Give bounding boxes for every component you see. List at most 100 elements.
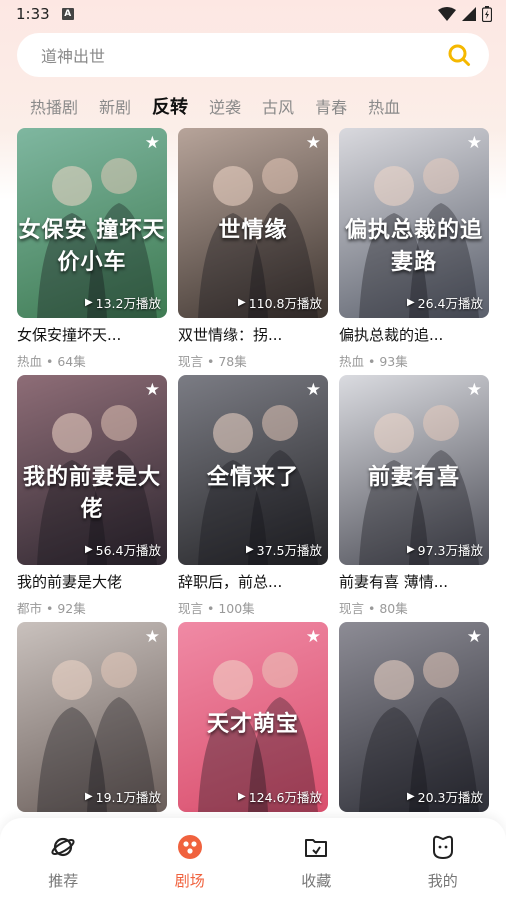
nav-label: 收藏 bbox=[301, 872, 332, 890]
drama-card[interactable]: ★ ▶ 19.1万播放 bbox=[17, 622, 167, 818]
drama-card[interactable]: 我的前妻是大佬 ★ ▶ 56.4万播放 我的前妻是大佬 都市 • 92集 bbox=[17, 375, 167, 617]
drama-title[interactable]: 辞职后，前总... bbox=[178, 571, 328, 592]
drama-meta: 现言 • 80集 bbox=[339, 601, 408, 616]
favorite-star-icon[interactable]: ★ bbox=[306, 382, 321, 399]
status-time: 1:33 bbox=[16, 5, 50, 23]
play-icon: ▶ bbox=[406, 297, 415, 308]
drama-poster[interactable]: 世情缘 ★ ▶ 110.8万播放 bbox=[178, 128, 328, 318]
tab-hot[interactable]: 热播剧 bbox=[30, 94, 78, 118]
nav-label: 推荐 bbox=[48, 872, 79, 890]
play-count-text: 20.3万播放 bbox=[417, 790, 483, 805]
planet-icon bbox=[51, 837, 75, 857]
play-icon: ▶ bbox=[238, 297, 246, 308]
tab-youth[interactable]: 青春 bbox=[315, 94, 347, 118]
play-count: ▶ 26.4万播放 bbox=[407, 293, 483, 312]
drama-meta: 热血 • 93集 bbox=[339, 354, 408, 369]
drama-title[interactable]: 双世情缘：拐... bbox=[178, 324, 328, 345]
drama-poster[interactable]: 女保安 撞坏天价小车 ★ ▶ 13.2万播放 bbox=[17, 128, 167, 318]
play-icon: ▶ bbox=[84, 297, 93, 308]
drama-meta: 热血 • 64集 bbox=[17, 354, 86, 369]
tab-passion[interactable]: 热血 bbox=[368, 94, 400, 118]
nav-label: 剧场 bbox=[174, 872, 205, 890]
drama-card[interactable]: ★ ▶ 20.3万播放 bbox=[339, 622, 489, 818]
play-count: ▶ 19.1万播放 bbox=[85, 787, 161, 806]
play-icon: ▶ bbox=[406, 791, 415, 802]
face-icon bbox=[432, 835, 453, 860]
play-count-text: 97.3万播放 bbox=[417, 543, 483, 558]
poster-title: 女保安 撞坏天价小车 bbox=[18, 216, 166, 275]
drama-poster[interactable]: ★ ▶ 19.1万播放 bbox=[17, 622, 167, 812]
drama-title[interactable]: 女保安撞坏天... bbox=[17, 324, 167, 345]
play-count: ▶ 56.4万播放 bbox=[85, 540, 161, 559]
tab-reversal[interactable]: 反转 bbox=[152, 93, 188, 119]
drama-card[interactable]: 全情来了 ★ ▶ 37.5万播放辞职后，前总... 现言 • 100集 bbox=[178, 375, 328, 617]
drama-poster[interactable]: 天才萌宝 ★ ▶ 124.6万播放 bbox=[178, 622, 328, 812]
play-count-text: 19.1万播放 bbox=[95, 790, 161, 805]
drama-card[interactable]: 偏执总裁的追妻路 ★ ▶ 26.4万播放偏执总裁的追... 热血 • 93集 bbox=[339, 128, 489, 370]
play-count-text: 124.6万播放 bbox=[248, 790, 322, 805]
drama-card[interactable]: 世情缘 ★ ▶ 110.8万播放 双世情缘：拐... 现言 • 78集 bbox=[178, 128, 328, 370]
poster-figures bbox=[359, 652, 479, 812]
play-count: ▶ 97.3万播放 bbox=[407, 540, 483, 559]
folder-icon bbox=[305, 839, 328, 857]
drama-poster[interactable]: 我的前妻是大佬 ★ ▶ 56.4万播放 bbox=[17, 375, 167, 565]
play-count-text: 37.5万播放 bbox=[256, 543, 322, 558]
tab-new[interactable]: 新剧 bbox=[99, 94, 131, 118]
favorite-star-icon[interactable]: ★ bbox=[145, 382, 160, 399]
favorite-star-icon[interactable]: ★ bbox=[306, 629, 321, 646]
play-count: ▶ 124.6万播放 bbox=[238, 787, 322, 806]
nav-label: 我的 bbox=[427, 872, 458, 890]
play-icon: ▶ bbox=[245, 544, 254, 555]
drama-title[interactable]: 我的前妻是大佬 bbox=[17, 571, 167, 592]
search-icon[interactable] bbox=[447, 43, 471, 67]
play-count: ▶ 20.3万播放 bbox=[407, 787, 483, 806]
bottom-nav: 推荐 剧场 收藏 我的 bbox=[0, 818, 506, 901]
poster-title: 世情缘 bbox=[218, 216, 288, 243]
tab-comeback[interactable]: 逆袭 bbox=[209, 94, 241, 118]
favorite-star-icon[interactable]: ★ bbox=[306, 135, 321, 152]
wifi-icon bbox=[438, 7, 456, 21]
play-count-text: 56.4万播放 bbox=[95, 543, 161, 558]
poster-figures bbox=[37, 652, 157, 812]
favorite-star-icon[interactable]: ★ bbox=[467, 135, 482, 152]
nav-mine[interactable]: 我的 bbox=[403, 834, 483, 891]
drama-title[interactable]: 偏执总裁的追... bbox=[339, 324, 489, 345]
play-icon: ▶ bbox=[84, 791, 93, 802]
drama-title[interactable]: 前妻有喜 薄情... bbox=[339, 571, 489, 592]
battery-icon bbox=[482, 6, 492, 22]
favorite-star-icon[interactable]: ★ bbox=[467, 382, 482, 399]
poster-title: 前妻有喜 bbox=[367, 463, 460, 490]
drama-grid: 女保安 撞坏天价小车 ★ ▶ 13.2万播放 女保安撞坏天... 热血 • 64集 世情缘 ★… bbox=[17, 128, 489, 818]
play-icon: ▶ bbox=[84, 544, 93, 555]
drama-card[interactable]: 女保安 撞坏天价小车 ★ ▶ 13.2万播放女保安撞坏天... 热血 • 64集 bbox=[17, 128, 167, 370]
play-count-text: 13.2万播放 bbox=[95, 296, 161, 311]
drama-poster[interactable]: 前妻有喜 ★ ▶ 97.3万播放 bbox=[339, 375, 489, 565]
nav-recommend[interactable]: 推荐 bbox=[23, 834, 103, 891]
nav-favorites[interactable]: 收藏 bbox=[276, 834, 356, 891]
drama-card[interactable]: 天才萌宝 ★ ▶ 124.6万播放 bbox=[178, 622, 328, 818]
search-bar[interactable]: 道神出世 bbox=[17, 33, 489, 77]
category-tabs: 热播剧 新剧 反转 逆袭 古风 青春 热血 bbox=[0, 90, 506, 122]
theater-icon bbox=[177, 835, 202, 859]
drama-meta: 都市 • 92集 bbox=[17, 601, 86, 616]
poster-title: 天才萌宝 bbox=[206, 710, 299, 737]
play-count: ▶ 37.5万播放 bbox=[246, 540, 322, 559]
poster-title: 全情来了 bbox=[206, 463, 299, 490]
signal-icon bbox=[462, 7, 476, 21]
drama-poster[interactable]: 全情来了 ★ ▶ 37.5万播放 bbox=[178, 375, 328, 565]
play-count-text: 110.8万播放 bbox=[248, 296, 322, 311]
drama-meta: 现言 • 100集 bbox=[178, 601, 255, 616]
drama-poster[interactable]: 偏执总裁的追妻路 ★ ▶ 26.4万播放 bbox=[339, 128, 489, 318]
favorite-star-icon[interactable]: ★ bbox=[145, 629, 160, 646]
favorite-star-icon[interactable]: ★ bbox=[467, 629, 482, 646]
drama-card[interactable]: 前妻有喜 ★ ▶ 97.3万播放前妻有喜 薄情... 现言 • 80集 bbox=[339, 375, 489, 617]
drama-poster[interactable]: ★ ▶ 20.3万播放 bbox=[339, 622, 489, 812]
poster-title: 偏执总裁的追妻路 bbox=[344, 216, 483, 275]
favorite-star-icon[interactable]: ★ bbox=[145, 135, 160, 152]
poster-title: 我的前妻是大佬 bbox=[22, 463, 161, 522]
tab-ancient[interactable]: 古风 bbox=[262, 94, 294, 118]
nav-theater[interactable]: 剧场 bbox=[150, 834, 230, 891]
play-count: ▶ 110.8万播放 bbox=[238, 293, 322, 312]
status-bar: 1:33 A bbox=[0, 0, 506, 28]
search-input[interactable]: 道神出世 bbox=[41, 43, 105, 67]
